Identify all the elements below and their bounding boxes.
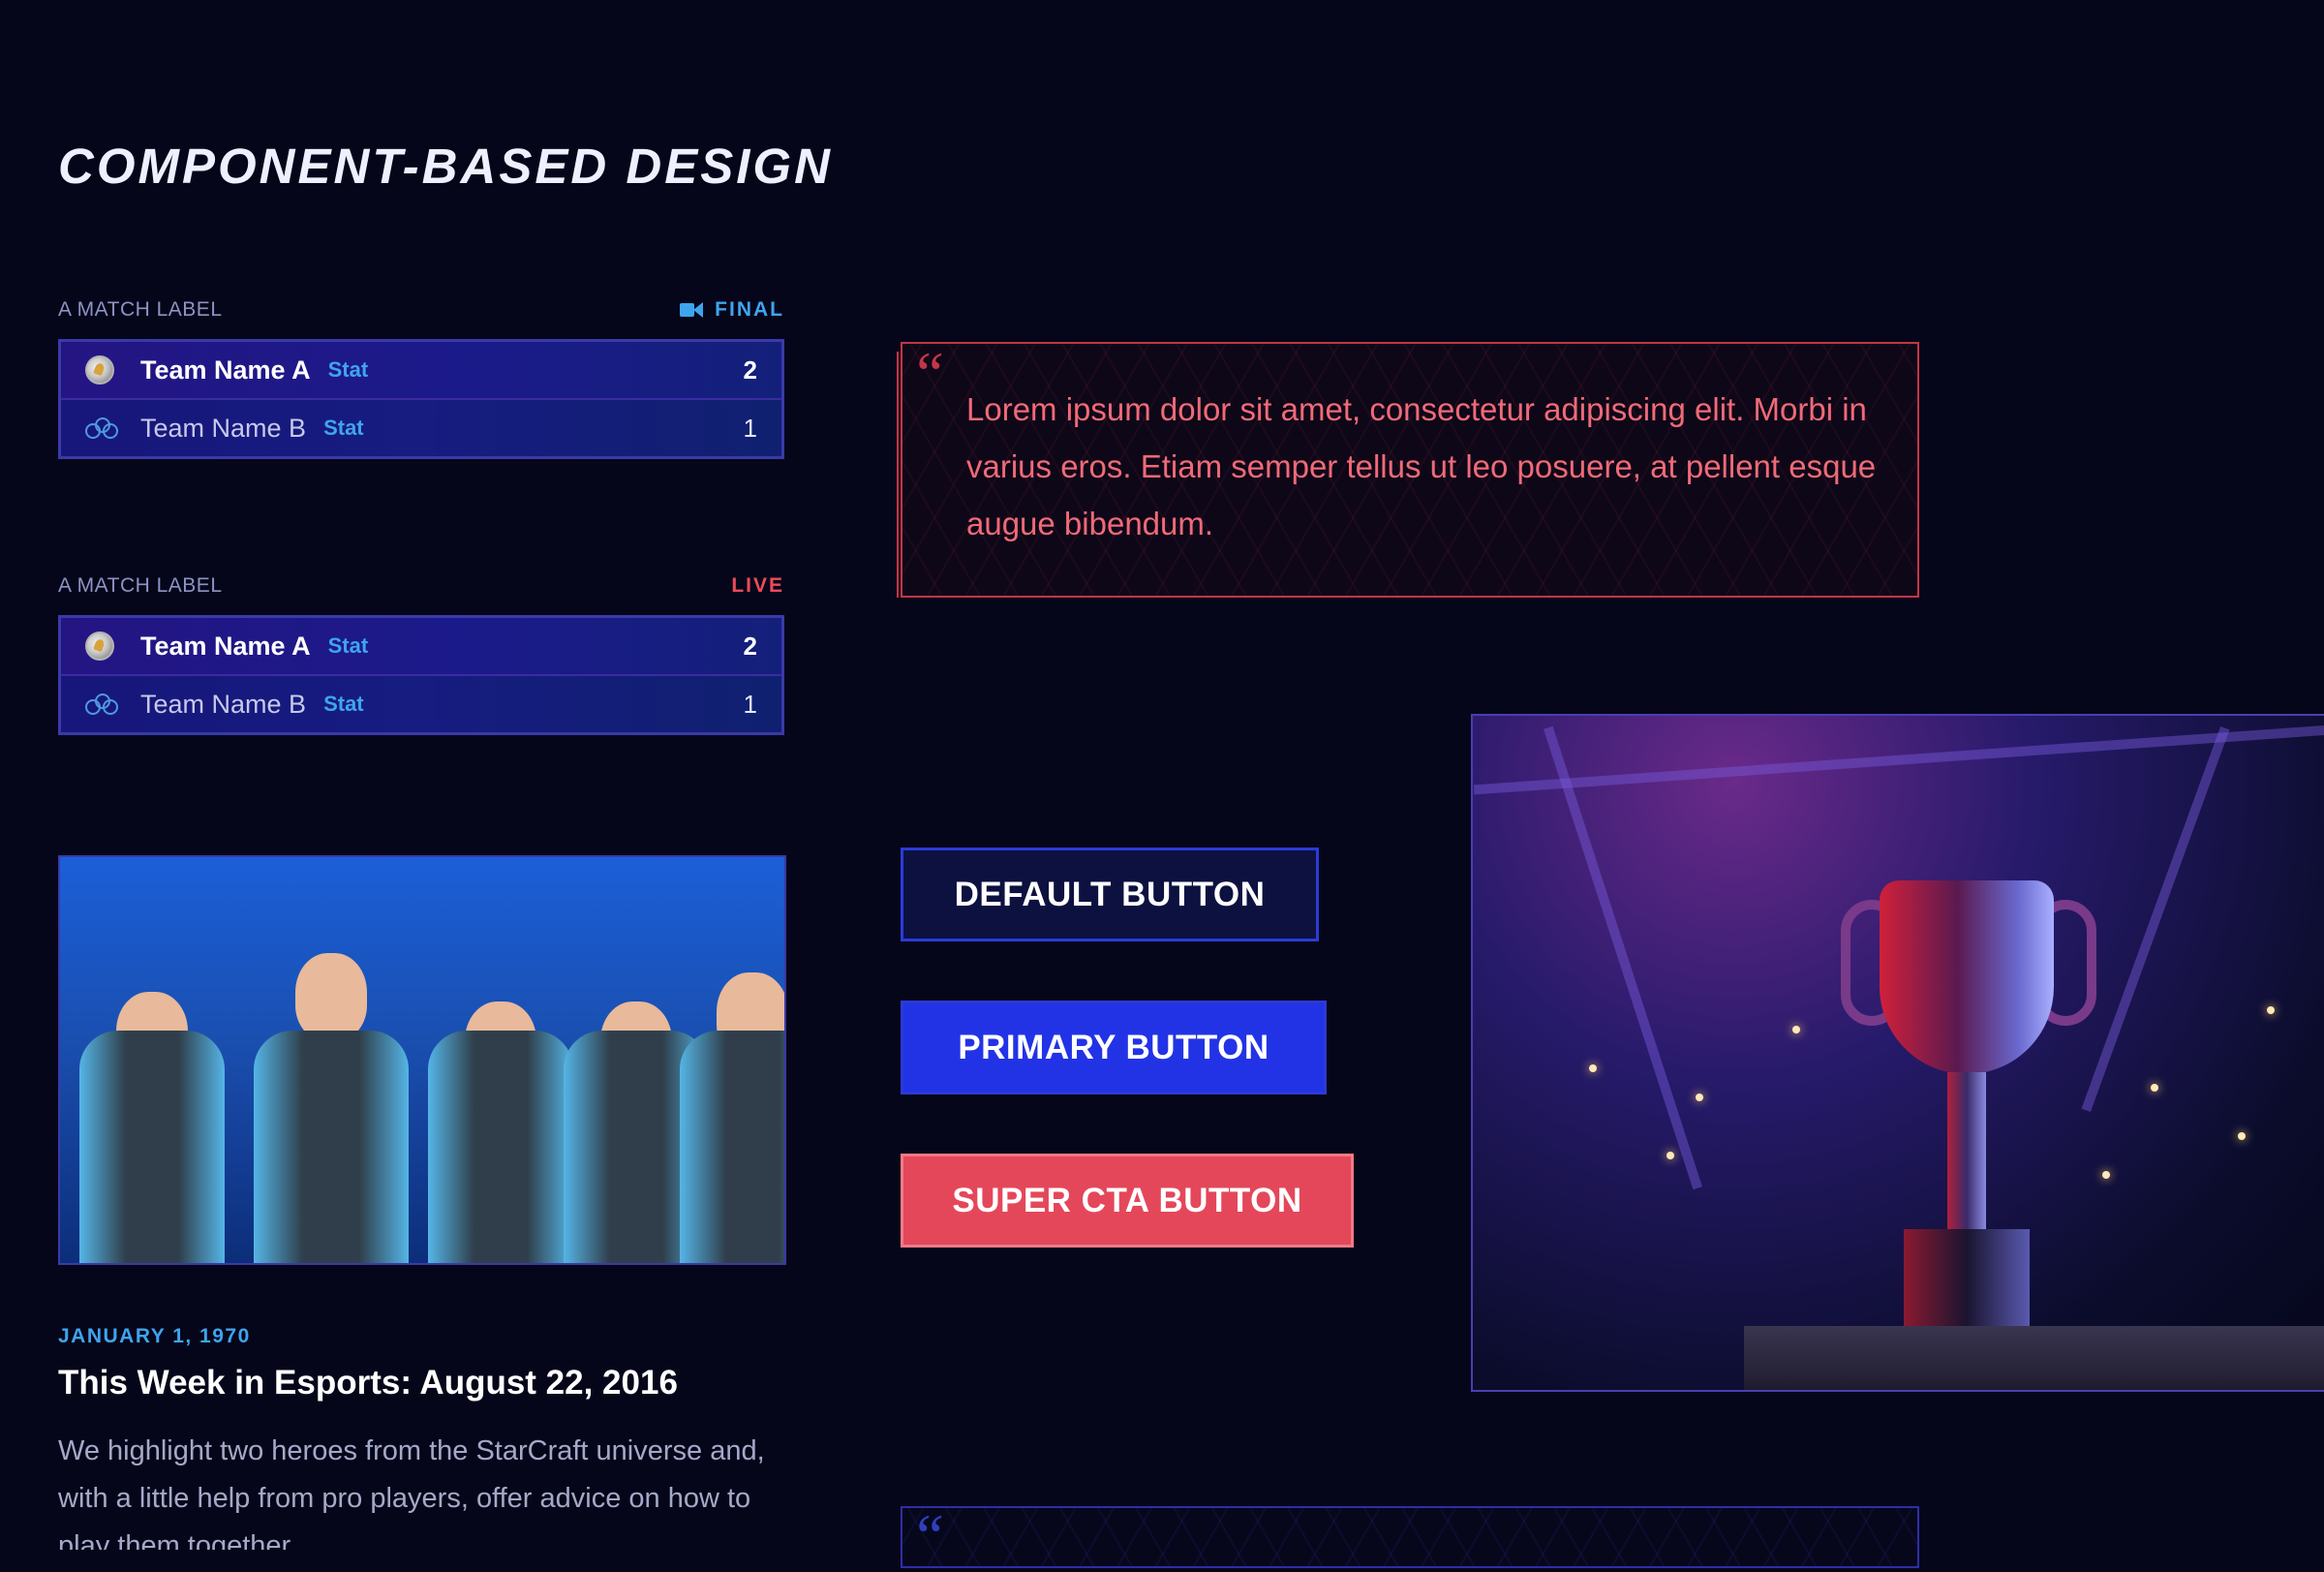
quote-block: “ Lorem ipsum dolor sit amet, consectetu… xyxy=(897,339,1919,598)
venue-light xyxy=(2102,1171,2110,1179)
article-image[interactable] xyxy=(58,855,786,1265)
team-stat: Stat xyxy=(323,692,364,716)
team-score: 1 xyxy=(743,413,757,443)
team-row-b[interactable]: Team Name B Stat 1 xyxy=(61,398,781,456)
match-scoreboard[interactable]: Team Name A Stat 2 Team Name B Stat 1 xyxy=(58,615,784,735)
trophy-base xyxy=(1904,1229,2030,1336)
team-name: Team Name A xyxy=(140,354,311,385)
team-name: Team Name B xyxy=(140,689,307,719)
quote-block-secondary: “ xyxy=(901,1501,1919,1570)
venue-light xyxy=(2267,1006,2275,1014)
match-scoreboard[interactable]: Team Name A Stat 2 Team Name B Stat 1 xyxy=(58,339,784,459)
trophy-pedestal xyxy=(1744,1326,2324,1390)
team-row-a[interactable]: Team Name A Stat 2 xyxy=(61,618,781,674)
match-label: A MATCH LABEL xyxy=(58,574,223,597)
team-score: 2 xyxy=(743,631,757,661)
match-card-live[interactable]: A MATCH LABEL LIVE Team Name A Stat 2 Te… xyxy=(58,569,784,735)
team-stat: Stat xyxy=(327,357,369,382)
venue-light xyxy=(2151,1084,2158,1092)
article-excerpt: We highlight two heroes from the StarCra… xyxy=(58,1435,765,1550)
team-row-a[interactable]: Team Name A Stat 2 xyxy=(61,342,781,398)
match-status-text: FINAL xyxy=(715,298,784,321)
team-name: Team Name B xyxy=(140,413,307,443)
page-title: COMPONENT-BASED DESIGN xyxy=(58,139,833,194)
trophy-image xyxy=(1471,714,2324,1392)
ceiling-beam xyxy=(1543,725,1703,1190)
quote-text: Lorem ipsum dolor sit amet, consectetur … xyxy=(966,391,1877,541)
team-name: Team Name A xyxy=(140,631,311,661)
quote-mark-icon: “ xyxy=(910,339,945,408)
super-cta-button[interactable]: SUPER CTA BUTTON xyxy=(901,1154,1354,1248)
ceiling-beam xyxy=(2081,725,2230,1113)
venue-light xyxy=(1792,1026,1800,1033)
venue-light xyxy=(1589,1064,1597,1072)
player-figure xyxy=(79,953,225,1263)
match-status-text: LIVE xyxy=(731,574,784,597)
article-date: JANUARY 1, 1970 xyxy=(58,1325,251,1347)
match-label: A MATCH LABEL xyxy=(58,298,223,321)
team-score: 2 xyxy=(743,354,757,385)
venue-light xyxy=(2238,1132,2246,1140)
team-a-logo-icon xyxy=(85,632,114,661)
venue-light xyxy=(1667,1152,1674,1159)
match-status: FINAL xyxy=(680,298,784,322)
match-card-final[interactable]: A MATCH LABEL FINAL Team Name A Stat 2 T… xyxy=(58,293,784,459)
match-header: A MATCH LABEL LIVE xyxy=(58,569,784,603)
team-stat: Stat xyxy=(327,633,369,658)
video-camera-icon xyxy=(680,302,704,318)
team-a-logo-icon xyxy=(85,355,114,385)
team-stat: Stat xyxy=(323,416,364,440)
player-figure xyxy=(428,963,573,1263)
team-b-logo-icon xyxy=(85,414,118,443)
team-b-logo-icon xyxy=(85,690,118,719)
venue-light xyxy=(1696,1094,1703,1101)
trophy-stem xyxy=(1947,1072,1986,1237)
article-title[interactable]: This Week in Esports: August 22, 2016 xyxy=(58,1364,678,1402)
default-button[interactable]: DEFAULT BUTTON xyxy=(901,848,1319,941)
trophy-cup xyxy=(1880,880,2054,1074)
ceiling-beam xyxy=(1473,724,2324,795)
player-figure xyxy=(680,934,784,1263)
match-header: A MATCH LABEL FINAL xyxy=(58,293,784,327)
team-score: 1 xyxy=(743,689,757,719)
player-figure xyxy=(254,914,409,1263)
team-row-b[interactable]: Team Name B Stat 1 xyxy=(61,674,781,732)
match-status: LIVE xyxy=(731,574,784,598)
quote-mark-icon: “ xyxy=(910,1501,945,1570)
primary-button[interactable]: PRIMARY BUTTON xyxy=(901,1001,1327,1094)
